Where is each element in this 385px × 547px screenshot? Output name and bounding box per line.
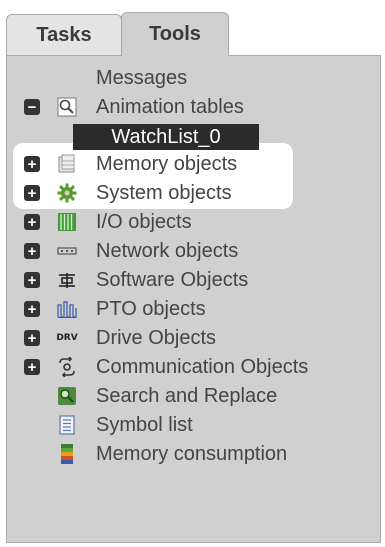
tree-item-drive-objects[interactable]: + DRV Drive Objects: [7, 324, 382, 352]
tree-item-network-objects[interactable]: + Network objects: [7, 237, 382, 265]
expand-icon[interactable]: +: [24, 330, 40, 346]
memory-consumption-icon: [56, 443, 78, 465]
tree-item-pto-objects[interactable]: + PTO objects: [7, 295, 382, 323]
software-icon: [56, 269, 78, 291]
expand-icon[interactable]: +: [24, 301, 40, 317]
collapse-icon[interactable]: −: [24, 99, 40, 115]
tree-item-label: Messages: [96, 66, 188, 89]
tree-item-label: System objects: [96, 181, 232, 204]
tree-item-communication-objects[interactable]: + Communication Objects: [7, 353, 382, 381]
tree-item-label: PTO objects: [96, 297, 206, 320]
tree-item-messages[interactable]: Messages: [7, 64, 382, 92]
search-replace-icon: [56, 385, 78, 407]
tree-item-io-objects[interactable]: + I/O objects: [7, 208, 382, 236]
tree-item-symbol-list[interactable]: Symbol list: [7, 411, 382, 439]
tree-item-label: Symbol list: [96, 413, 193, 436]
magnifier-icon: [56, 96, 78, 118]
tab-bar: Tasks Tools: [0, 0, 385, 56]
tree-item-label: Drive Objects: [96, 326, 217, 349]
tree-item-label: Animation tables: [96, 95, 244, 118]
tree-item-animation-tables[interactable]: − Animation tables: [7, 93, 382, 121]
tools-panel: Messages − Animation tables WatchList_0 …: [6, 55, 381, 543]
pto-icon: [56, 298, 78, 320]
tab-tasks[interactable]: Tasks: [6, 14, 122, 56]
tree-item-software-objects[interactable]: + Software Objects: [7, 266, 382, 294]
drive-icon: DRV: [56, 333, 78, 343]
tree-item-watchlist[interactable]: WatchList_0: [73, 124, 259, 150]
tree-item-label: Communication Objects: [96, 355, 309, 378]
expand-icon[interactable]: +: [24, 185, 40, 201]
network-icon: [56, 240, 78, 262]
tree-item-system-objects[interactable]: + System objects: [7, 179, 382, 207]
io-icon: [56, 211, 78, 233]
tree-item-label: Memory objects: [96, 152, 238, 175]
expand-icon[interactable]: +: [24, 359, 40, 375]
tree-item-label: Software Objects: [96, 268, 249, 291]
expand-icon[interactable]: +: [24, 272, 40, 288]
tree-item-memory-objects[interactable]: + Memory objects: [7, 150, 382, 178]
expand-icon[interactable]: +: [24, 156, 40, 172]
gear-icon: [56, 182, 78, 204]
tree-item-label: I/O objects: [96, 210, 192, 233]
tree-item-label: Network objects: [96, 239, 239, 262]
communication-icon: [56, 356, 78, 378]
tab-tools[interactable]: Tools: [121, 12, 229, 56]
tree-item-label: Memory consumption: [96, 442, 288, 465]
expand-icon[interactable]: +: [24, 214, 40, 230]
tree-item-search-and-replace[interactable]: Search and Replace: [7, 382, 382, 410]
memory-icon: [56, 153, 78, 175]
tree-item-label: Search and Replace: [96, 384, 278, 407]
symbol-list-icon: [56, 414, 78, 436]
tree-item-memory-consumption[interactable]: Memory consumption: [7, 440, 382, 468]
expand-icon[interactable]: +: [24, 243, 40, 259]
